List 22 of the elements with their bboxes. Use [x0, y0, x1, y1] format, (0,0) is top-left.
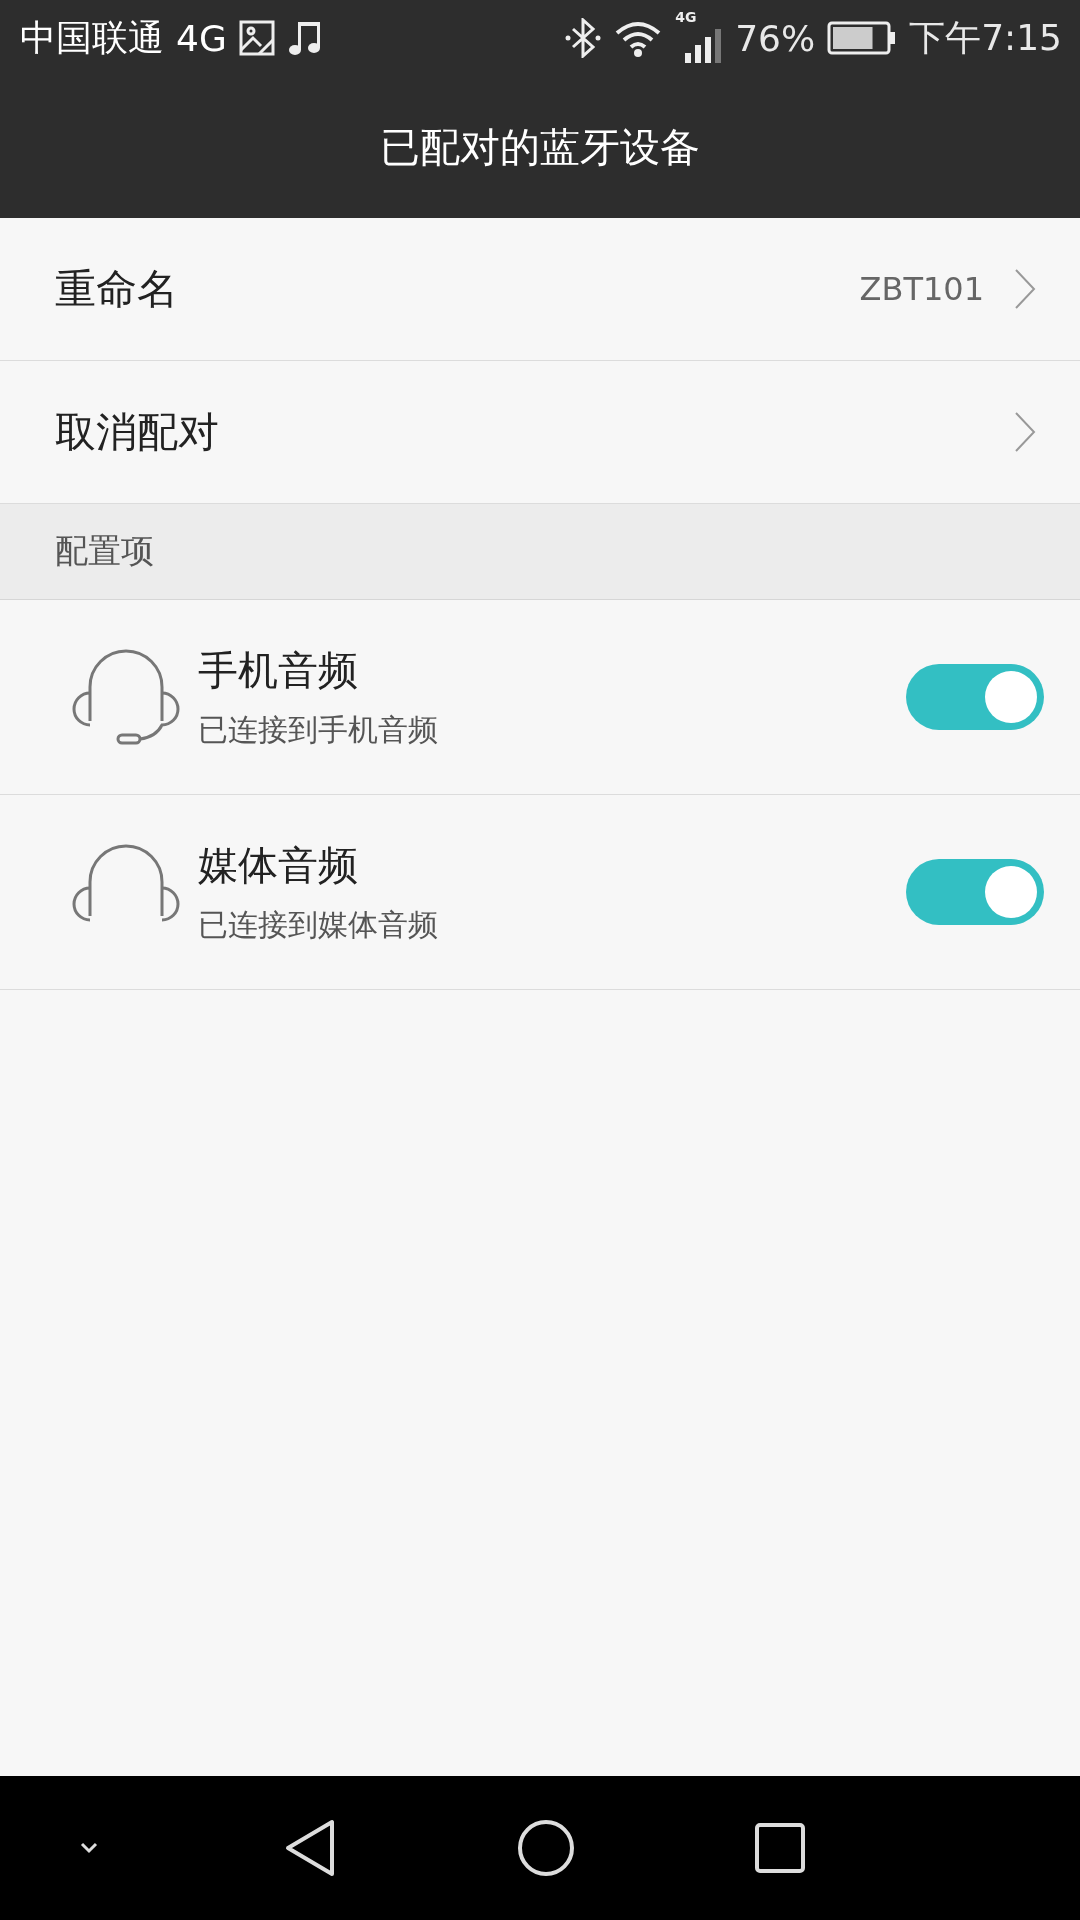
battery-percent: 76%: [735, 17, 816, 59]
music-note-icon: [286, 20, 321, 56]
chevron-icon: [1014, 268, 1036, 310]
profile-name: 媒体音频: [198, 841, 358, 890]
section-header: 配置项: [0, 504, 1080, 600]
network-type: 4G: [675, 9, 697, 25]
chevron-icon: [1014, 411, 1036, 453]
image-icon: [238, 20, 275, 56]
signal-icon: [683, 27, 724, 63]
network-type: 4G: [176, 17, 227, 59]
page-title: 已配对的蓝牙设备: [380, 122, 700, 172]
battery-icon: [827, 21, 898, 55]
profile-status: 已连接到手机音频: [198, 711, 438, 749]
clock: 下午7:15: [909, 15, 1062, 60]
profile-status: 已连接到媒体音频: [198, 906, 438, 944]
bluetooth-icon: [565, 18, 602, 58]
settings-row[interactable]: 重命名 ZBT101: [0, 218, 1080, 361]
carrier-name: 中国联通: [20, 15, 164, 60]
recent-apps-icon[interactable]: [754, 1822, 806, 1874]
home-icon[interactable]: [516, 1818, 576, 1878]
profile-name: 手机音频: [198, 646, 358, 695]
headset-icon: [70, 647, 182, 747]
